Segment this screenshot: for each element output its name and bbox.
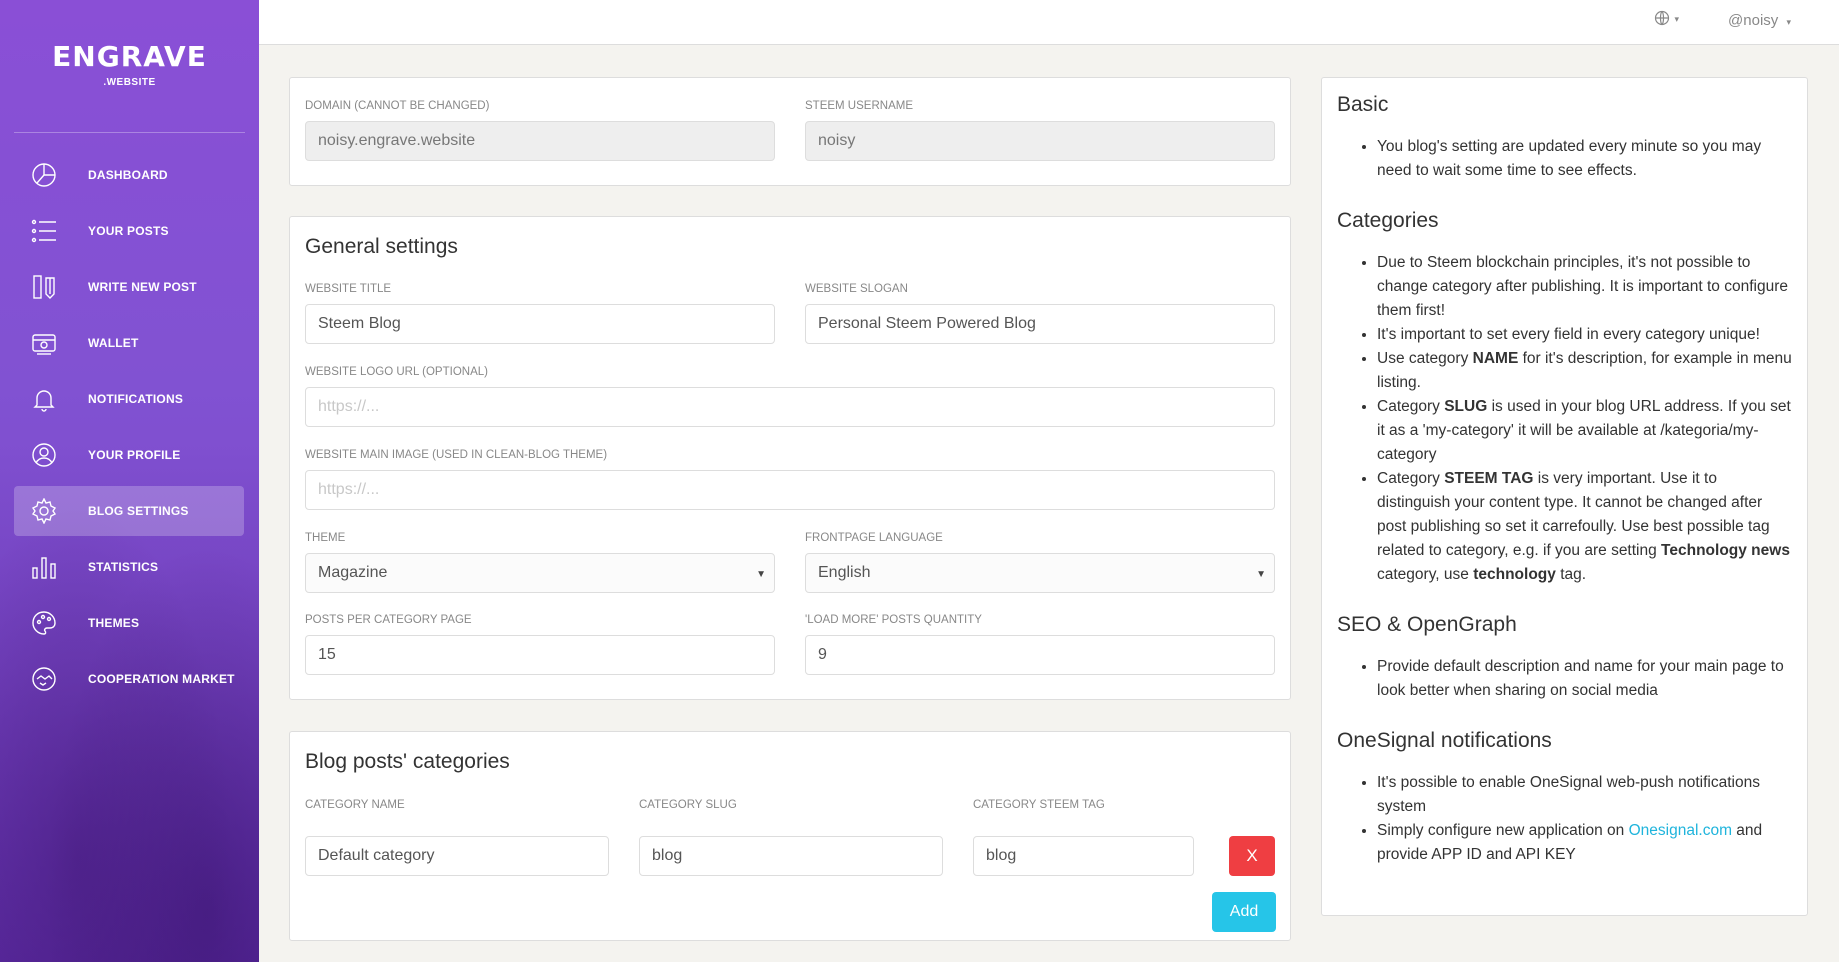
sidebar-item-themes[interactable]: THEMES bbox=[14, 598, 244, 648]
sidebar-nav: DASHBOARD YOUR POSTS WRITE NEW POST WALL… bbox=[14, 150, 244, 710]
theme-value: Magazine bbox=[318, 564, 388, 581]
list-item: Simply configure new application on Ones… bbox=[1377, 819, 1792, 867]
categories-title: Blog posts' categories bbox=[305, 750, 510, 773]
posts-per-page-input[interactable]: 15 bbox=[305, 635, 775, 675]
list-item: It's possible to enable OneSignal web-pu… bbox=[1377, 771, 1792, 819]
sidebar-item-label: COOPERATION MARKET bbox=[88, 672, 235, 686]
add-category-button[interactable]: Add bbox=[1212, 892, 1276, 932]
caret-down-icon: ▼ bbox=[1256, 569, 1266, 580]
sidebar-item-cooperation-market[interactable]: COOPERATION MARKET bbox=[14, 654, 244, 704]
load-more-input[interactable]: 9 bbox=[805, 635, 1275, 675]
main-image-label: WEBSITE MAIN IMAGE (USED IN CLEAN-BLOG T… bbox=[305, 449, 608, 461]
help-basic-title: Basic bbox=[1337, 93, 1389, 116]
category-slug-label: CATEGORY SLUG bbox=[639, 799, 737, 811]
sidebar-item-write-new-post[interactable]: WRITE NEW POST bbox=[14, 262, 244, 312]
sidebar-item-label: YOUR PROFILE bbox=[88, 448, 181, 462]
domain-field: noisy.engrave.website bbox=[305, 121, 775, 161]
palette-icon bbox=[30, 609, 58, 637]
help-basic-list: You blog's setting are updated every min… bbox=[1377, 135, 1792, 183]
list-item: It's important to set every field in eve… bbox=[1377, 323, 1792, 347]
sidebar-item-your-posts[interactable]: YOUR POSTS bbox=[14, 206, 244, 256]
sidebar-item-label: STATISTICS bbox=[88, 560, 159, 574]
general-settings-card: General settings WEBSITE TITLE Steem Blo… bbox=[289, 216, 1291, 700]
globe-icon bbox=[1654, 10, 1670, 29]
sidebar: ENGRAVE .WEBSITE DASHBOARD YOUR POSTS WR… bbox=[0, 0, 259, 962]
username-field: noisy bbox=[805, 121, 1275, 161]
wallet-icon bbox=[30, 329, 58, 357]
language-value: English bbox=[818, 564, 871, 581]
top-bar: ▾ @noisy ▾ bbox=[259, 0, 1839, 45]
sidebar-item-label: THEMES bbox=[88, 616, 140, 630]
help-categories-title: Categories bbox=[1337, 209, 1439, 232]
help-seo-title: SEO & OpenGraph bbox=[1337, 613, 1517, 636]
list-icon bbox=[30, 217, 58, 245]
categories-card: Blog posts' categories CATEGORY NAME CAT… bbox=[289, 731, 1291, 941]
category-name-label: CATEGORY NAME bbox=[305, 799, 405, 811]
main-image-input[interactable]: https://... bbox=[305, 470, 1275, 510]
category-tag-input[interactable]: blog bbox=[973, 836, 1194, 876]
help-onesignal-list: It's possible to enable OneSignal web-pu… bbox=[1377, 771, 1792, 867]
sidebar-item-label: YOUR POSTS bbox=[88, 224, 169, 238]
logo-sub: .WEBSITE bbox=[103, 77, 156, 88]
sidebar-item-label: NOTIFICATIONS bbox=[88, 392, 184, 406]
bell-icon bbox=[30, 385, 58, 413]
sidebar-item-blog-settings[interactable]: BLOG SETTINGS bbox=[14, 486, 244, 536]
logo-url-input[interactable]: https://... bbox=[305, 387, 1275, 427]
website-title-input[interactable]: Steem Blog bbox=[305, 304, 775, 344]
language-select[interactable]: English ▼ bbox=[805, 553, 1275, 593]
logo[interactable]: ENGRAVE .WEBSITE bbox=[0, 40, 259, 88]
handshake-icon bbox=[30, 665, 58, 693]
website-slogan-label: WEBSITE SLOGAN bbox=[805, 283, 908, 295]
sidebar-item-label: BLOG SETTINGS bbox=[88, 504, 189, 518]
list-item: You blog's setting are updated every min… bbox=[1377, 135, 1792, 183]
load-more-label: 'LOAD MORE' POSTS QUANTITY bbox=[805, 614, 982, 626]
pie-chart-icon bbox=[30, 161, 58, 189]
sidebar-item-your-profile[interactable]: YOUR PROFILE bbox=[14, 430, 244, 480]
posts-per-page-label: POSTS PER CATEGORY PAGE bbox=[305, 614, 472, 626]
gear-icon bbox=[30, 497, 58, 525]
language-label: FRONTPAGE LANGUAGE bbox=[805, 532, 943, 544]
general-settings-title: General settings bbox=[305, 235, 458, 258]
help-panel: Basic You blog's setting are updated eve… bbox=[1321, 77, 1808, 916]
sidebar-item-statistics[interactable]: STATISTICS bbox=[14, 542, 244, 592]
sidebar-item-dashboard[interactable]: DASHBOARD bbox=[14, 150, 244, 200]
category-slug-input[interactable]: blog bbox=[639, 836, 943, 876]
pencil-icon bbox=[30, 273, 58, 301]
sidebar-item-label: DASHBOARD bbox=[88, 168, 168, 182]
category-tag-label: CATEGORY STEEM TAG bbox=[973, 799, 1105, 811]
language-dropdown[interactable]: ▾ bbox=[1654, 10, 1679, 29]
theme-select[interactable]: Magazine ▼ bbox=[305, 553, 775, 593]
list-item: Provide default description and name for… bbox=[1377, 655, 1792, 703]
chevron-down-icon: ▾ bbox=[1674, 14, 1679, 24]
user-menu[interactable]: @noisy ▾ bbox=[1728, 12, 1791, 29]
domain-label: DOMAIN (CANNOT BE CHANGED) bbox=[305, 100, 490, 112]
category-name-input[interactable]: Default category bbox=[305, 836, 609, 876]
help-categories-list: Due to Steem blockchain principles, it's… bbox=[1377, 251, 1792, 587]
onesignal-link[interactable]: Onesignal.com bbox=[1629, 822, 1732, 839]
sidebar-item-label: WRITE NEW POST bbox=[88, 280, 197, 294]
website-slogan-input[interactable]: Personal Steem Powered Blog bbox=[805, 304, 1275, 344]
sidebar-item-notifications[interactable]: NOTIFICATIONS bbox=[14, 374, 244, 424]
caret-down-icon: ▼ bbox=[756, 569, 766, 580]
help-onesignal-title: OneSignal notifications bbox=[1337, 729, 1552, 752]
sidebar-item-label: WALLET bbox=[88, 336, 139, 350]
help-seo-list: Provide default description and name for… bbox=[1377, 655, 1792, 703]
bar-chart-icon bbox=[30, 553, 58, 581]
list-item: Use category NAME for it's description, … bbox=[1377, 347, 1792, 395]
username: @noisy bbox=[1728, 12, 1779, 29]
logo-url-label: WEBSITE LOGO URL (OPTIONAL) bbox=[305, 366, 488, 378]
sidebar-item-wallet[interactable]: WALLET bbox=[14, 318, 244, 368]
username-label: STEEM USERNAME bbox=[805, 100, 913, 112]
sidebar-divider bbox=[14, 132, 245, 133]
remove-category-button[interactable]: X bbox=[1229, 836, 1275, 876]
chevron-down-icon: ▾ bbox=[1786, 17, 1791, 27]
domain-card: DOMAIN (CANNOT BE CHANGED) noisy.engrave… bbox=[289, 77, 1291, 186]
logo-brand: ENGRAVE bbox=[52, 40, 207, 73]
theme-label: THEME bbox=[305, 532, 346, 544]
website-title-label: WEBSITE TITLE bbox=[305, 283, 392, 295]
list-item: Category STEEM TAG is very important. Us… bbox=[1377, 467, 1792, 587]
list-item: Category SLUG is used in your blog URL a… bbox=[1377, 395, 1792, 467]
list-item: Due to Steem blockchain principles, it's… bbox=[1377, 251, 1792, 323]
user-icon bbox=[30, 441, 58, 469]
